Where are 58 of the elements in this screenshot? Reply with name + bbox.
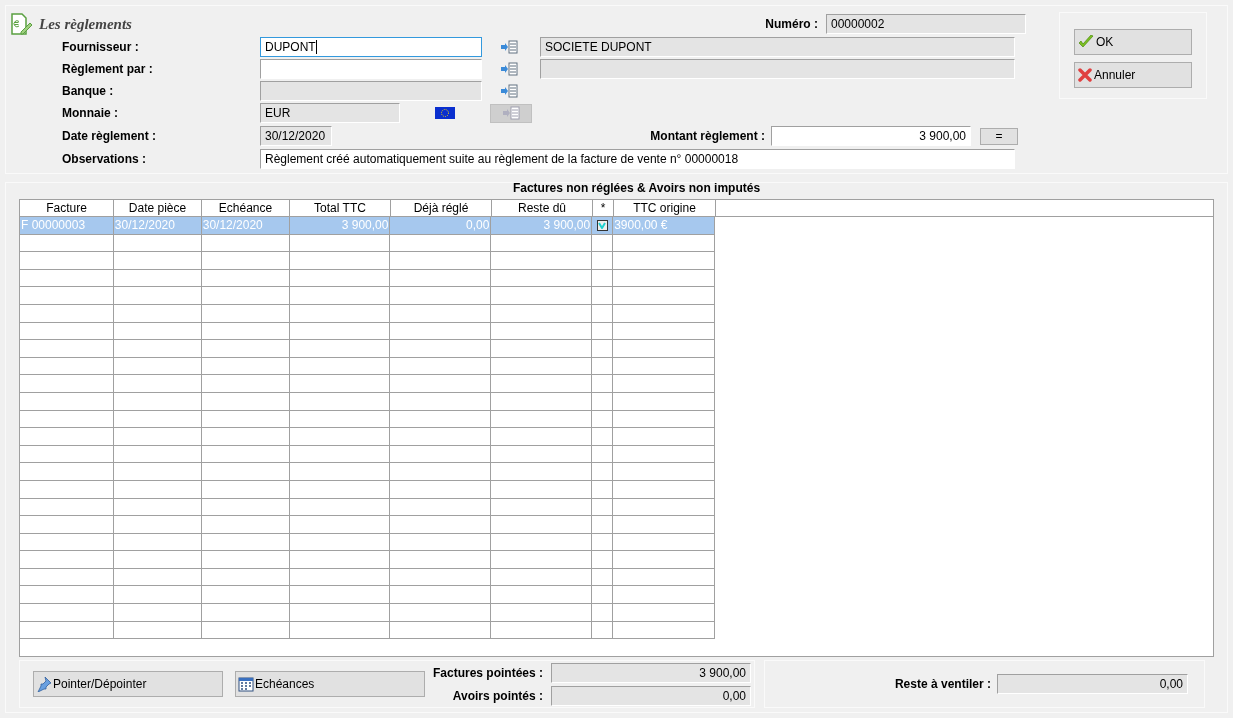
eu-flag-icon	[435, 107, 455, 119]
field-label: Date règlement :	[62, 128, 158, 145]
field-label: Règlement par :	[62, 61, 154, 78]
input-field[interactable]: Règlement créé automatiquement suite au règlement de la facture de vente n° 00000018	[260, 149, 1015, 169]
field-label: Avoirs pointés :	[451, 687, 543, 705]
field-label: Montant règlement :	[650, 128, 765, 145]
field-label: Monnaie :	[62, 105, 119, 122]
pushpin-icon	[36, 676, 52, 692]
cancel-button[interactable]: Annuler	[1074, 62, 1192, 88]
input-field[interactable]: 30/12/2020	[260, 126, 332, 146]
window-title: Les règlements	[39, 14, 132, 34]
input-field[interactable]: 3 900,00	[771, 126, 971, 146]
table-cell: 3 900,00	[491, 217, 593, 234]
calendar-icon	[238, 676, 254, 692]
table-cell: 0,00	[390, 217, 492, 234]
list-arrow-icon[interactable]	[500, 40, 518, 54]
schedule-button[interactable]: Echéances	[235, 671, 425, 697]
field-label: Numéro :	[765, 16, 818, 33]
table-cell: F 00000003	[20, 217, 114, 234]
field-label: Reste à ventiler :	[894, 676, 991, 693]
column-header[interactable]: TTC origine	[614, 200, 716, 216]
field-label: Banque :	[62, 83, 115, 100]
field-label: Fournisseur :	[62, 39, 140, 56]
checkmark-icon	[1078, 35, 1094, 49]
total-field[interactable]: 3 900,00	[551, 662, 751, 683]
field-label: Observations :	[62, 151, 148, 168]
column-header[interactable]: Echéance	[202, 200, 290, 216]
input-field[interactable]	[260, 81, 482, 101]
section-title: Factures non réglées & Avoirs non imputés	[511, 181, 762, 195]
checkbox[interactable]	[596, 219, 608, 231]
column-header[interactable]: Total TTC	[290, 200, 391, 216]
table-cell: 3 900,00	[289, 217, 391, 234]
number-field[interactable]: 00000002	[826, 14, 1026, 34]
column-header[interactable]: Date pièce	[114, 200, 202, 216]
euro-document-icon	[9, 12, 33, 36]
list-arrow-icon[interactable]	[500, 62, 518, 76]
table-cell: 3900,00 €	[613, 217, 715, 234]
equals-button[interactable]: =	[980, 127, 1018, 145]
field-label: Factures pointées :	[433, 664, 543, 682]
pointer-button[interactable]: Pointer/Dépointer	[33, 671, 223, 697]
input-field[interactable]: DUPONT	[260, 37, 482, 57]
input-field[interactable]: EUR	[260, 103, 400, 123]
balance-field[interactable]: 0,00	[997, 674, 1188, 694]
input-field[interactable]	[260, 59, 482, 79]
column-header[interactable]: Déjà réglé	[391, 200, 492, 216]
table-cell: 30/12/2020	[201, 217, 290, 234]
ok-button[interactable]: OK	[1074, 29, 1192, 55]
list-arrow-icon[interactable]	[500, 84, 518, 98]
checkmark-icon	[598, 221, 607, 230]
column-header[interactable]: Reste dû	[492, 200, 593, 216]
column-header[interactable]: Facture	[20, 200, 114, 216]
detail-field[interactable]: SOCIETE DUPONT	[540, 37, 1015, 57]
table-cell: 30/12/2020	[113, 217, 202, 234]
total-field[interactable]: 0,00	[551, 685, 751, 706]
list-arrow-icon[interactable]	[502, 106, 520, 120]
column-header[interactable]: *	[593, 200, 614, 216]
cross-icon	[1078, 68, 1092, 82]
detail-field[interactable]	[540, 59, 1015, 79]
